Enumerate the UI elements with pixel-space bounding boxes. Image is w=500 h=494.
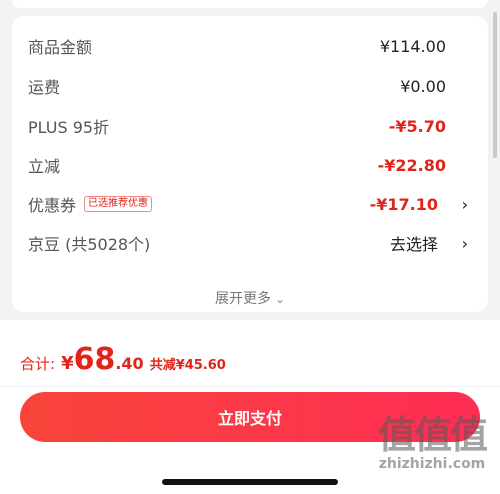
scrollbar[interactable] — [493, 12, 497, 158]
jd-beans-select[interactable]: 去选择 — [390, 231, 438, 255]
order-total: 合计: ¥ 68 .40 共减¥45.60 — [20, 342, 226, 377]
total-savings: 共减¥45.60 — [149, 358, 226, 373]
shipping-value: ¥0.00 — [400, 76, 446, 96]
coupon-recommended-tag: 已选推荐优惠 — [84, 196, 153, 212]
chevron-right-icon[interactable]: › — [462, 234, 468, 253]
coupon-value: -¥17.10 — [369, 194, 438, 214]
divider — [0, 386, 500, 387]
chevron-right-icon[interactable]: › — [462, 195, 468, 214]
goods-amount-value: ¥114.00 — [379, 36, 446, 56]
goods-amount-label: 商品金额 — [28, 38, 93, 57]
watermark-logo: 值值值 — [377, 413, 488, 457]
instant-discount-label: 立减 — [28, 157, 61, 176]
row-plus-discount: PLUS 95折 -¥5.70 — [28, 114, 472, 138]
jd-beans-label: 京豆 (共5028个) — [28, 235, 151, 254]
plus-discount-value: -¥5.70 — [388, 116, 446, 136]
instant-discount-value: -¥22.80 — [377, 155, 446, 175]
chevron-down-icon: ⌄ — [274, 292, 286, 306]
row-coupon[interactable]: 优惠券 已选推荐优惠 -¥17.10 › — [28, 192, 472, 216]
home-indicator[interactable] — [162, 479, 338, 485]
plus-discount-label: PLUS 95折 — [28, 118, 110, 137]
price-summary-card: 商品金额 ¥114.00 运费 ¥0.00 PLUS 95折 -¥5.70 立减… — [12, 16, 488, 312]
shipping-label: 运费 — [28, 78, 61, 97]
coupon-label: 优惠券 — [28, 196, 77, 215]
total-label: 合计: — [20, 355, 56, 373]
previous-card-edge — [12, 0, 488, 8]
row-goods-amount: 商品金额 ¥114.00 — [28, 34, 472, 58]
row-instant-discount: 立减 -¥22.80 — [28, 153, 472, 177]
row-shipping: 运费 ¥0.00 — [28, 74, 472, 98]
watermark: 值值值 zhizhizhi.com — [377, 413, 488, 472]
watermark-url: zhizhizhi.com — [378, 456, 486, 472]
row-jd-beans[interactable]: 京豆 (共5028个) 去选择 › — [28, 231, 472, 255]
total-decimal: .40 — [115, 354, 144, 373]
total-currency: ¥ — [61, 353, 74, 374]
total-integer: 68 — [73, 342, 116, 377]
expand-more-button[interactable]: 展开更多 ⌄ — [12, 288, 488, 308]
checkout-footer: 合计: ¥ 68 .40 共减¥45.60 立即支付 值值值 zhizhizhi… — [0, 320, 500, 494]
expand-more-label: 展开更多 — [214, 291, 271, 307]
